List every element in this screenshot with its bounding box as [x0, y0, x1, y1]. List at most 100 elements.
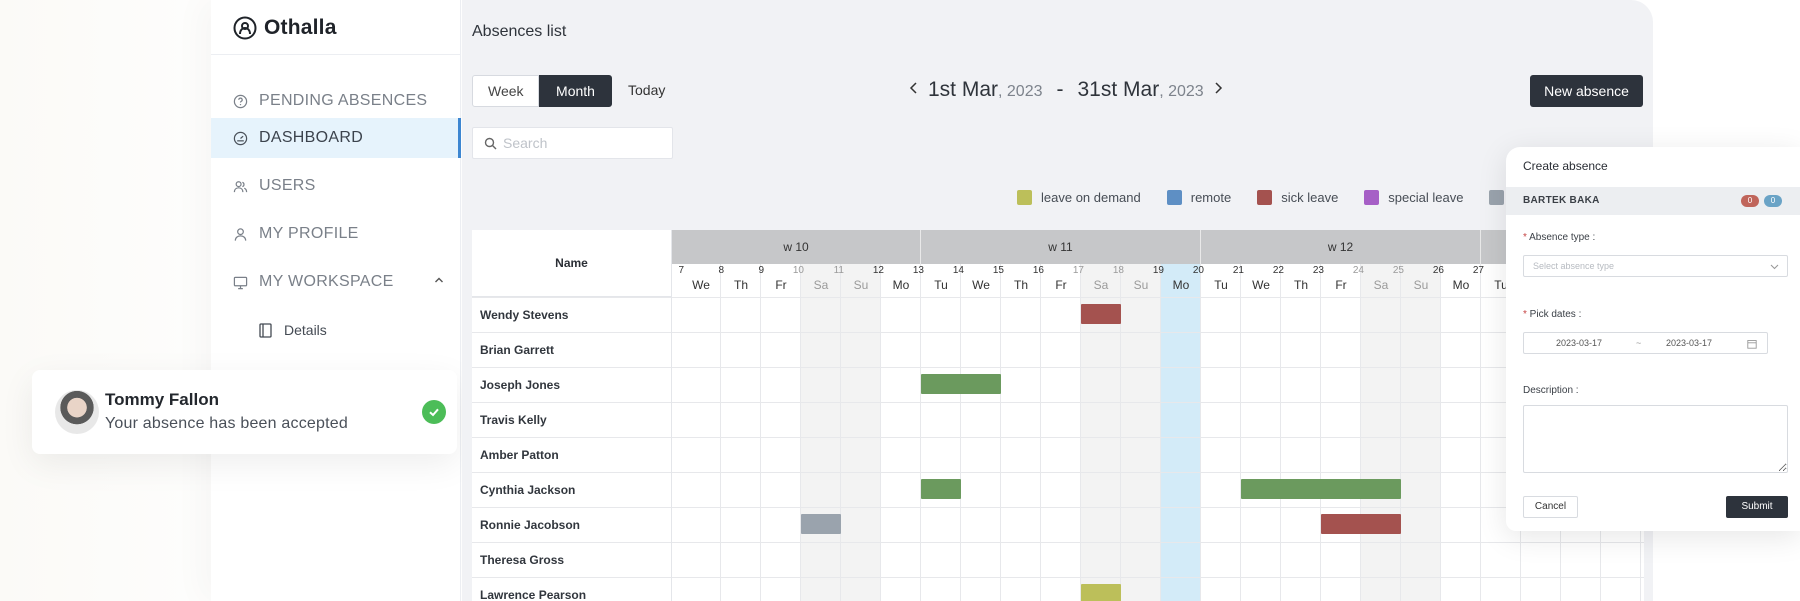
absence-type-placeholder: Select absence type [1533, 261, 1615, 271]
calendar-grid: w 10 w 11 w 12 7 We 8 Th 9 Fr 10 Sa 11 Su 12 Mo 13 Tu 14 W… [672, 230, 1644, 601]
legend-swatch [1166, 190, 1182, 205]
view-month-button[interactable]: Month [539, 75, 612, 107]
day-column[interactable] [841, 264, 881, 601]
date-to[interactable]: 2023-03-17 [1666, 333, 1712, 353]
day-column[interactable] [1441, 264, 1481, 601]
day-number: 7 [678, 265, 684, 276]
legend-label: leave on demand [1041, 190, 1141, 205]
day-column[interactable] [1201, 264, 1241, 601]
week-header: w 11 [921, 230, 1201, 264]
absence-bar[interactable] [1321, 514, 1401, 534]
chevron-left-icon[interactable] [906, 80, 922, 96]
day-abbreviation: Fr [1055, 278, 1067, 292]
monitor-icon [233, 276, 248, 289]
submit-button[interactable]: Submit [1726, 496, 1788, 518]
day-column[interactable] [1321, 264, 1361, 601]
legend-item: sick leave [1257, 190, 1338, 205]
legend-item: remote [1166, 190, 1231, 205]
day-column[interactable] [801, 264, 841, 601]
date-range-picker[interactable]: 2023-03-17 ~ 2023-03-17 [1523, 332, 1768, 354]
today-button[interactable]: Today [628, 82, 665, 98]
range-separator: - [1056, 78, 1064, 101]
day-column[interactable] [721, 264, 761, 601]
chevron-right-icon[interactable] [1210, 80, 1226, 96]
legend-swatch [1257, 190, 1273, 205]
day-column[interactable] [881, 264, 921, 601]
day-number: 10 [792, 265, 804, 276]
absence-type-select[interactable]: Select absence type [1523, 255, 1788, 277]
day-abbreviation: Fr [775, 278, 787, 292]
absence-bar[interactable] [1081, 304, 1121, 324]
day-column[interactable] [1161, 264, 1201, 601]
avatar [55, 390, 99, 434]
day-number: 16 [1032, 265, 1044, 276]
user-icon [234, 227, 247, 241]
absence-bar[interactable] [921, 479, 961, 499]
day-number: 18 [1112, 265, 1124, 276]
description-textarea[interactable] [1523, 405, 1788, 473]
panel-user-row: BARTEK BAKA 0 0 [1506, 187, 1800, 215]
view-week-button[interactable]: Week [472, 75, 539, 107]
day-number: 25 [1392, 265, 1404, 276]
day-column[interactable] [1001, 264, 1041, 601]
new-absence-button[interactable]: New absence [1530, 75, 1643, 107]
day-column[interactable] [1041, 264, 1081, 601]
user-name-cell: Joseph Jones [472, 367, 672, 402]
day-number: 13 [912, 265, 924, 276]
user-name-cell: Amber Patton [472, 437, 672, 472]
absence-bar[interactable] [1241, 479, 1401, 499]
absence-calendar: Name w 10 w 11 w 12 7 We 8 Th 9 Fr 10 Sa 11 Su 12 Mo 13… [472, 230, 1644, 601]
user-name-cell: Cynthia Jackson [472, 472, 672, 507]
day-column[interactable] [761, 264, 801, 601]
user-name-cell: Travis Kelly [472, 402, 672, 437]
absence-bar[interactable] [801, 514, 841, 534]
day-number: 17 [1072, 265, 1084, 276]
legend-swatch [1364, 190, 1380, 205]
day-abbreviation: We [972, 278, 990, 292]
chevron-down-icon [1770, 264, 1779, 270]
day-abbreviation: Fr [1335, 278, 1347, 292]
day-column[interactable] [1281, 264, 1321, 601]
day-abbreviation: We [1252, 278, 1270, 292]
day-abbreviation: We [692, 278, 710, 292]
absence-bar[interactable] [921, 374, 1001, 394]
day-abbreviation: Sa [813, 278, 829, 292]
day-abbreviation: Tu [1214, 278, 1228, 292]
day-abbreviation: Th [733, 278, 748, 292]
legend: leave on demand remote sick leave special l… [1017, 190, 1505, 205]
name-column-header: Name [472, 230, 672, 297]
sidebar-item-label: PENDING ABSENCES [259, 92, 428, 109]
panel-title: Create absence [1523, 159, 1608, 173]
check-icon [429, 408, 439, 417]
day-column[interactable] [1121, 264, 1161, 601]
legend-label: sick leave [1281, 190, 1339, 205]
day-column[interactable] [1241, 264, 1281, 601]
gauge-icon [233, 131, 248, 145]
user-name-cell: Brian Garrett [472, 332, 672, 367]
sidebar-item-label: MY PROFILE [259, 225, 359, 242]
week-header: w 10 [672, 230, 921, 264]
sidebar-item-dashboard[interactable]: DASHBOARD [211, 118, 461, 158]
legend-item: special leave [1364, 190, 1463, 205]
date-from[interactable]: 2023-03-17 [1556, 333, 1602, 353]
day-column[interactable] [961, 264, 1001, 601]
cancel-button[interactable]: Cancel [1523, 496, 1578, 518]
search-input[interactable] [503, 135, 663, 151]
range-start: 1st Mar, 2023 [928, 78, 1043, 101]
sidebar: Othalla PENDING ABSENCES DASHBOARD USERS… [211, 0, 461, 601]
absence-bar[interactable] [1081, 584, 1121, 601]
day-column[interactable] [1361, 264, 1401, 601]
day-column[interactable] [1401, 264, 1441, 601]
app-logo[interactable]: Othalla [233, 16, 337, 40]
day-number: 14 [952, 265, 964, 276]
sidebar-item-my-profile[interactable]: MY PROFILE [211, 214, 461, 254]
sidebar-item-my-workspace[interactable]: MY WORKSPACE [211, 262, 461, 302]
chevron-up-icon[interactable] [433, 274, 445, 286]
day-column[interactable] [921, 264, 961, 601]
notification-toast: Tommy Fallon Your absence has been accep… [32, 370, 457, 454]
sidebar-item-users[interactable]: USERS [211, 166, 461, 206]
sidebar-subitem-details[interactable]: Details [211, 310, 461, 350]
badge-count-red: 0 [1741, 195, 1759, 207]
day-column[interactable] [681, 264, 721, 601]
sidebar-item-pending-absences[interactable]: PENDING ABSENCES [211, 81, 461, 121]
